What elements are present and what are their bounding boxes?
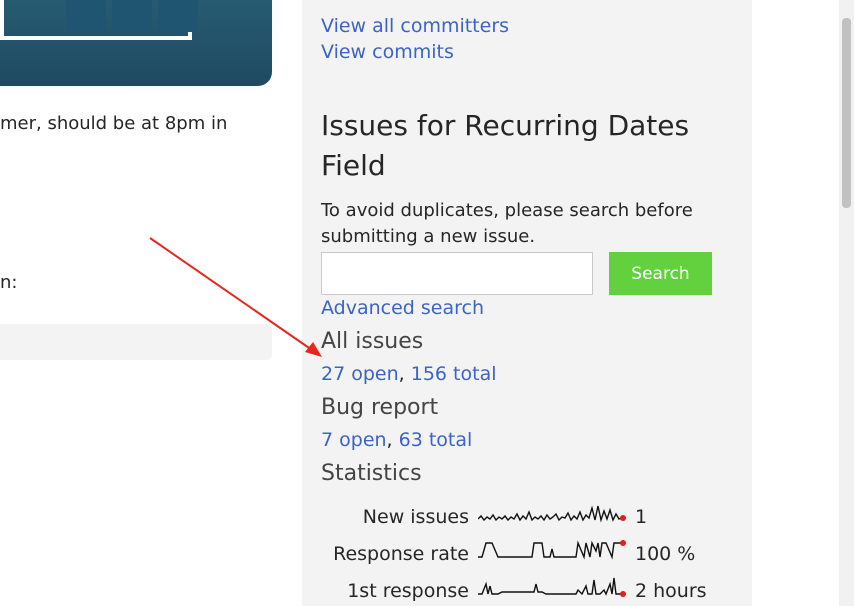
issue-search-input[interactable] [321,252,593,295]
sidebar: View all committers View commits Issues … [302,0,752,606]
bug-report-open-link[interactable]: 7 open [321,429,387,451]
body-text: n: [0,272,18,293]
separator: , [398,363,411,385]
new-issues-sparkline [478,505,626,523]
code-block [0,324,272,360]
bug-report-total-link[interactable]: 63 total [399,429,473,451]
first-response-sparkline [478,577,626,597]
bug-report-title: Bug report [321,395,439,420]
statistics-title: Statistics [321,461,422,486]
stat-row-new-issues: New issues 1 [302,502,752,532]
search-hint: To avoid duplicates, please search befor… [321,200,693,247]
scrollbar-thumb[interactable] [842,18,851,208]
all-issues-open-link[interactable]: 27 open [321,363,399,385]
stat-value: 100 % [635,543,696,565]
stat-label: Response rate [333,543,469,565]
stat-label: 1st response [347,580,469,602]
all-issues-total-link[interactable]: 156 total [411,363,497,385]
separator: , [386,429,399,451]
stat-row-response-rate: Response rate 100 % [302,539,752,569]
issues-heading: Issues for Recurring Dates Field [321,109,690,182]
view-all-committers-link[interactable]: View all committers [321,13,509,39]
response-rate-sparkline [478,540,626,560]
advanced-search-link[interactable]: Advanced search [321,295,484,321]
stat-row-first-response: 1st response 2 hours [302,576,752,606]
all-issues-title: All issues [321,329,424,354]
stat-value: 1 [635,506,648,528]
all-issues-counts: 27 open, 156 total [321,361,497,387]
bug-report-counts: 7 open, 63 total [321,427,472,453]
view-commits-link[interactable]: View commits [321,39,454,65]
logo-cell [158,0,198,32]
project-logo [0,0,272,86]
logo-cell [112,0,152,32]
stat-value: 2 hours [635,580,707,602]
search-button[interactable]: Search [609,252,712,295]
stat-label: New issues [362,506,469,528]
logo-cell [66,0,106,32]
body-text: mer, should be at 8pm in [0,113,228,134]
